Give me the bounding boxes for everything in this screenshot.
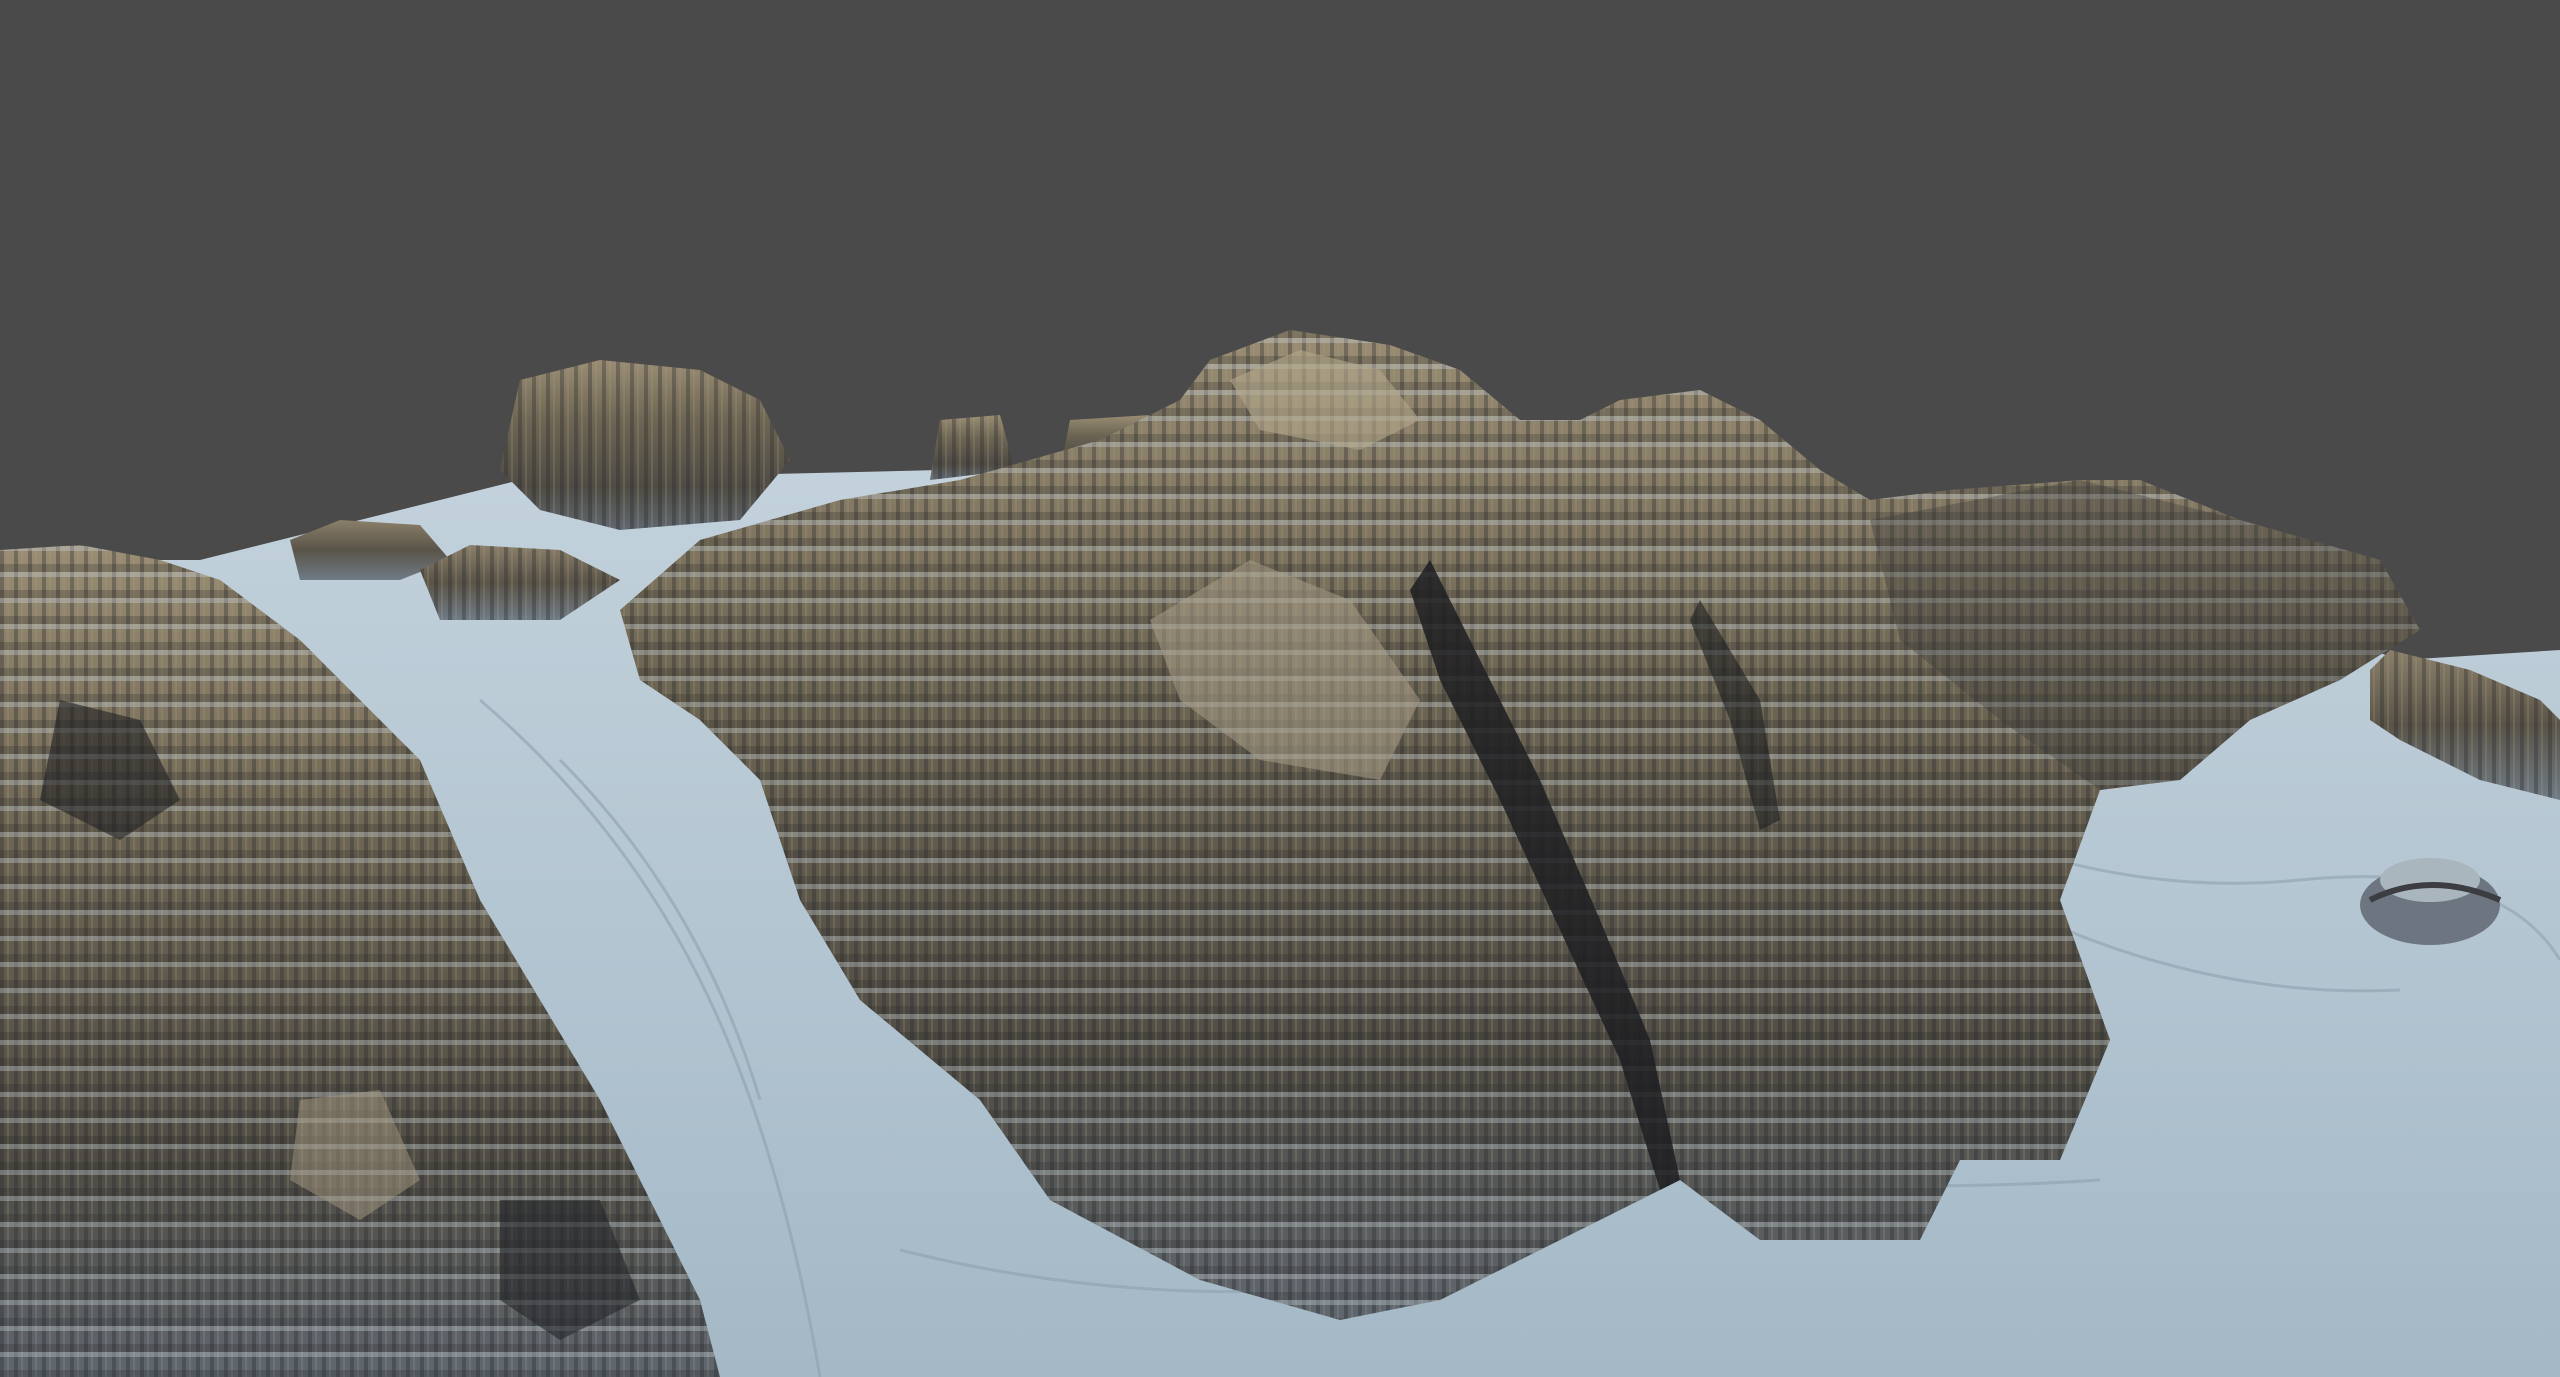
terrain-render <box>0 0 2560 1377</box>
3d-viewport[interactable] <box>0 0 2560 1377</box>
